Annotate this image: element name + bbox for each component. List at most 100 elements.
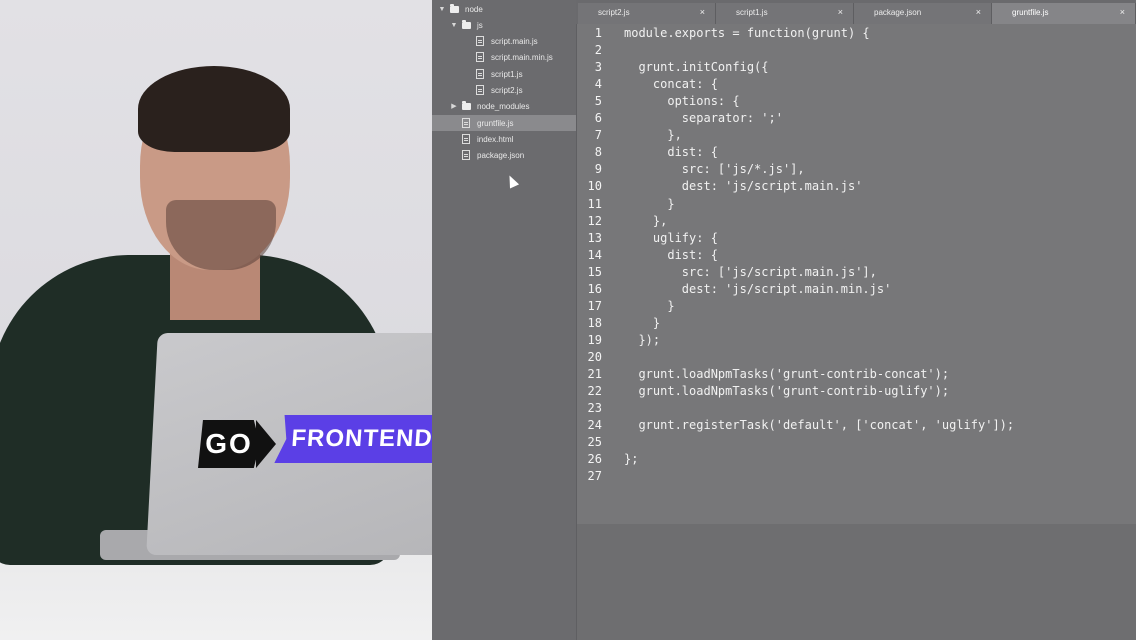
- tree-item-gruntfile[interactable]: gruntfile.js: [432, 115, 576, 131]
- tab-script2[interactable]: script2.js ×: [578, 3, 716, 24]
- line-number: 6: [594, 111, 602, 126]
- code-text: },: [624, 213, 668, 228]
- tree-item-script-main[interactable]: script.main.js: [432, 33, 576, 49]
- file-icon: [462, 150, 470, 160]
- code-line[interactable]: 1 module.exports = function(grunt) {: [576, 25, 1136, 42]
- code-line[interactable]: 5 options: {: [576, 93, 1136, 110]
- code-text: src: ['js/*.js'],: [624, 162, 805, 177]
- code-line[interactable]: 10 dest: 'js/script.main.js': [576, 178, 1136, 195]
- editor-tab-bar: script2.js × script1.js × package.json ×…: [576, 0, 1136, 24]
- tree-item-label: gruntfile.js: [477, 118, 514, 128]
- tree-item-label: script1.js: [491, 69, 523, 79]
- code-text: separator: ';': [624, 111, 783, 126]
- code-text: grunt.registerTask('default', ['concat',…: [624, 418, 1015, 433]
- tree-item-label: node_modules: [477, 101, 530, 111]
- code-line[interactable]: 6 separator: ';': [576, 110, 1136, 127]
- file-icon: [476, 85, 484, 95]
- tree-item-js[interactable]: ▼ js: [432, 17, 576, 33]
- tree-item-label: js: [477, 20, 483, 30]
- code-text: module.exports = function(grunt) {: [624, 26, 870, 40]
- brand-logo-frontend: FRONTEND: [274, 415, 449, 463]
- presenter-hair: [138, 66, 290, 152]
- code-text: },: [624, 128, 682, 143]
- code-line[interactable]: 20: [576, 349, 1136, 366]
- code-line[interactable]: 17 }: [576, 298, 1136, 315]
- line-number: 26: [587, 452, 602, 467]
- code-line[interactable]: 13 uglify: {: [576, 230, 1136, 247]
- code-text: uglify: {: [624, 230, 718, 245]
- close-icon[interactable]: ×: [700, 3, 705, 22]
- code-text: grunt.loadNpmTasks('grunt-contrib-uglify…: [624, 384, 950, 399]
- line-number: 19: [587, 332, 602, 347]
- close-icon[interactable]: ×: [1120, 3, 1125, 22]
- code-line[interactable]: 24 grunt.registerTask('default', ['conca…: [576, 417, 1136, 434]
- tab-gruntfile[interactable]: gruntfile.js ×: [992, 3, 1136, 24]
- tree-item-script1[interactable]: script1.js: [432, 66, 576, 82]
- code-line[interactable]: 21 grunt.loadNpmTasks('grunt-contrib-con…: [576, 366, 1136, 383]
- code-text: grunt.loadNpmTasks('grunt-contrib-concat…: [624, 367, 950, 381]
- code-text: concat: {: [624, 77, 718, 92]
- line-number: 21: [587, 367, 602, 381]
- tab-label: script1.js: [736, 8, 768, 17]
- tree-item-label: node: [465, 4, 483, 14]
- code-line[interactable]: 8 dist: {: [576, 144, 1136, 161]
- code-line[interactable]: 26};: [576, 451, 1136, 468]
- line-number: 14: [587, 247, 602, 262]
- chevron-down-icon[interactable]: ▼: [438, 6, 446, 13]
- code-text: dist: {: [624, 145, 718, 160]
- file-icon: [476, 69, 484, 79]
- presenter-video: [0, 0, 432, 640]
- code-text: }: [624, 298, 675, 313]
- code-line[interactable]: 19 });: [576, 332, 1136, 349]
- code-line[interactable]: 4 concat: {: [576, 76, 1136, 93]
- line-number: 16: [587, 281, 602, 296]
- line-number: 8: [594, 145, 602, 160]
- line-number: 13: [587, 230, 602, 245]
- line-number: 24: [587, 418, 602, 433]
- file-icon: [462, 134, 470, 144]
- code-line[interactable]: 2: [576, 42, 1136, 59]
- line-number: 1: [594, 26, 602, 40]
- tree-item-index-html[interactable]: index.html: [432, 131, 576, 147]
- close-icon[interactable]: ×: [976, 3, 981, 22]
- editor-empty-area: [576, 524, 1136, 640]
- tree-item-script2[interactable]: script2.js: [432, 82, 576, 98]
- code-line[interactable]: 14 dist: {: [576, 247, 1136, 264]
- code-line[interactable]: 27: [576, 468, 1136, 485]
- tree-item-label: script2.js: [491, 85, 523, 95]
- code-line[interactable]: 11 }: [576, 196, 1136, 213]
- tree-item-node[interactable]: ▼ node: [432, 1, 576, 17]
- line-number: 11: [587, 196, 602, 211]
- code-line[interactable]: 18 }: [576, 315, 1136, 332]
- chevron-right-icon[interactable]: ▶: [450, 102, 458, 110]
- code-line[interactable]: 15 src: ['js/script.main.js'],: [576, 264, 1136, 281]
- code-line[interactable]: 22 grunt.loadNpmTasks('grunt-contrib-ugl…: [576, 383, 1136, 400]
- code-line[interactable]: 16 dest: 'js/script.main.min.js': [576, 281, 1136, 298]
- code-line[interactable]: 9 src: ['js/*.js'],: [576, 161, 1136, 178]
- folder-icon: [462, 19, 471, 29]
- tree-item-package-json[interactable]: package.json: [432, 147, 576, 163]
- code-line[interactable]: 7 },: [576, 127, 1136, 144]
- code-text: options: {: [624, 94, 740, 109]
- code-line[interactable]: 23: [576, 400, 1136, 417]
- code-text: src: ['js/script.main.js'],: [624, 264, 877, 279]
- code-line[interactable]: 12 },: [576, 213, 1136, 230]
- code-text: dest: 'js/script.main.min.js': [624, 281, 892, 296]
- chevron-down-icon[interactable]: ▼: [450, 22, 458, 29]
- code-text: grunt.initConfig({: [624, 60, 769, 75]
- code-line[interactable]: 3 grunt.initConfig({: [576, 59, 1136, 76]
- tree-item-script-main-min[interactable]: script.main.min.js: [432, 49, 576, 65]
- tree-item-node-modules[interactable]: ▶ node_modules: [432, 98, 576, 114]
- code-editor[interactable]: 1 module.exports = function(grunt) { 2 3 gr…: [576, 24, 1136, 524]
- folder-icon: [450, 3, 459, 13]
- line-number: 18: [587, 315, 602, 330]
- tab-label: script2.js: [598, 8, 630, 17]
- close-icon[interactable]: ×: [838, 3, 843, 22]
- line-number: 4: [594, 77, 602, 92]
- code-line[interactable]: 25: [576, 434, 1136, 451]
- line-number: 25: [587, 435, 602, 450]
- tab-script1[interactable]: script1.js ×: [716, 3, 854, 24]
- line-number: 10: [587, 179, 602, 194]
- tab-package-json[interactable]: package.json ×: [854, 3, 992, 24]
- file-tree-sidebar: ▼ node ▼ js script.main.js script.main.m…: [432, 0, 576, 640]
